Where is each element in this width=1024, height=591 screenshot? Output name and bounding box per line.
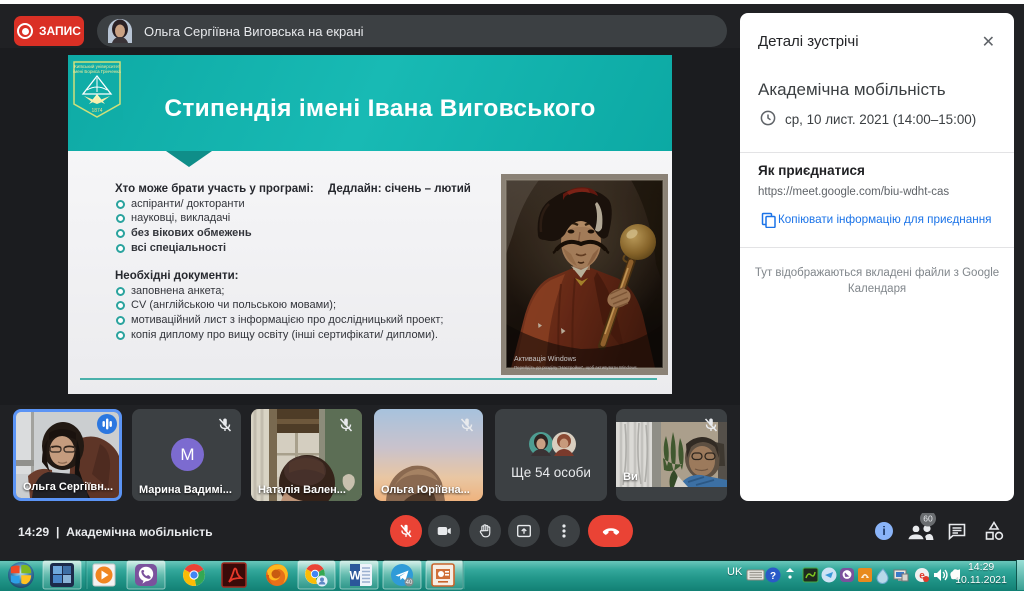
- svg-text:імені Бориса Грінченка: імені Бориса Грінченка: [73, 69, 121, 74]
- svg-text:Активація Windows: Активація Windows: [514, 355, 577, 363]
- svg-text:60: 60: [923, 514, 933, 524]
- svg-text:W: W: [349, 569, 361, 583]
- svg-text:Перейдіть до розділу "Настройк: Перейдіть до розділу "Настройки", щоб ак…: [514, 365, 638, 370]
- svg-text:?: ?: [770, 571, 776, 582]
- svg-text:1874: 1874: [91, 108, 102, 114]
- svg-text:40: 40: [406, 580, 413, 586]
